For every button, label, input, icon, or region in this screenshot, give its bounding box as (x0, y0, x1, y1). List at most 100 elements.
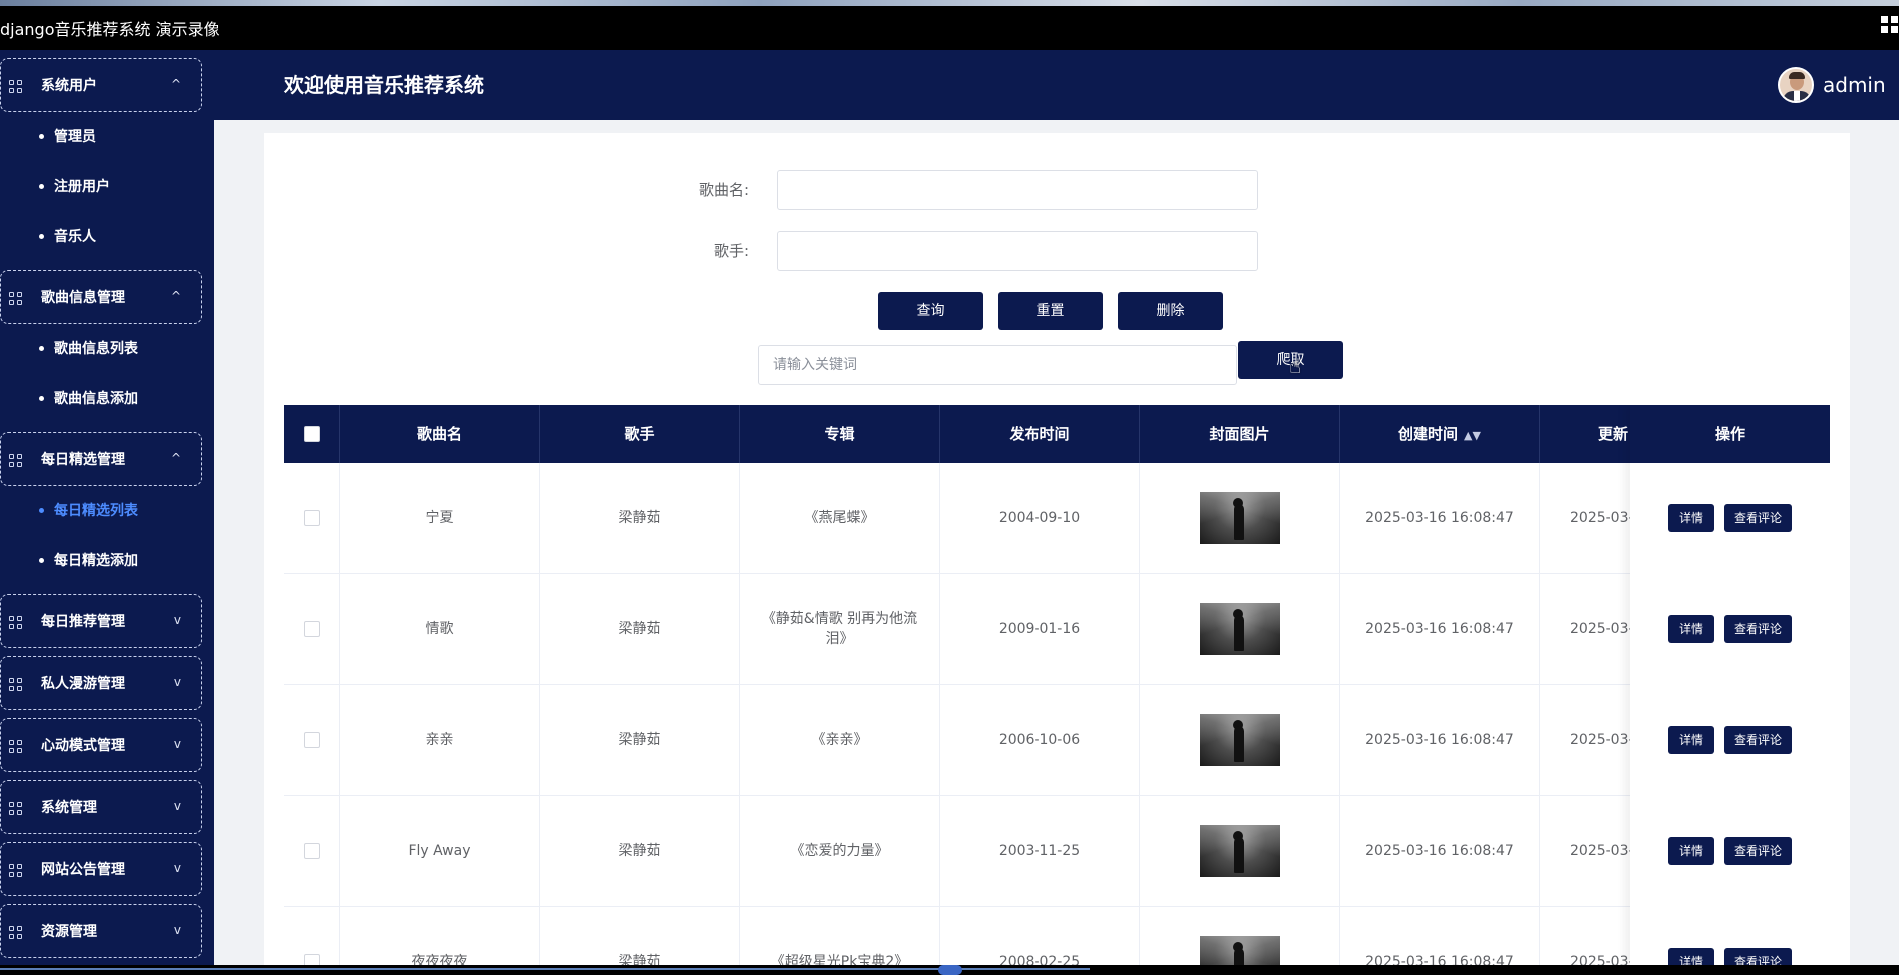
row-checkbox[interactable] (303, 621, 320, 637)
detail-button[interactable]: 详情 (1668, 726, 1714, 754)
bullet-icon (39, 184, 44, 189)
cell-updated-time-text: 2025-03- (1570, 510, 1634, 526)
menu-group-resources[interactable]: 资源管理 v (0, 904, 202, 958)
table-row: 夜夜夜夜 梁静茹 《超级星光Pk宝典2》 2008-02-25 2025-03-16 1… (284, 907, 1830, 965)
cell-release-date-text: 2003-11-25 (998, 843, 1081, 859)
cell-release-date: 2006-10-06 (940, 685, 1140, 795)
menu-item-registered-users[interactable]: 注册用户 (0, 162, 214, 212)
cell-album: 《静茹&情歌 别再为他流泪》 (740, 574, 940, 684)
singer-row: 歌手: (264, 231, 1850, 271)
bullet-icon (39, 346, 44, 351)
col-cover-image: 封面图片 (1140, 405, 1340, 463)
cell-album-text: 《超级星光Pk宝典2》 (770, 954, 909, 965)
cell-select (284, 907, 340, 965)
cell-release-date-text: 2008-02-25 (998, 954, 1081, 965)
cover-thumbnail[interactable] (1199, 936, 1280, 965)
col-album: 专辑 (740, 405, 940, 463)
cover-thumbnail[interactable] (1199, 603, 1280, 655)
cell-created-time-text: 2025-03-16 16:08:47 (1365, 843, 1514, 859)
menu-item-song-add[interactable]: 歌曲信息添加 (0, 374, 214, 424)
menu-item-musicians[interactable]: 音乐人 (0, 212, 214, 262)
menu-item-daily-picks-add[interactable]: 每日精选添加 (0, 536, 214, 586)
menu-item-label: 音乐人 (54, 229, 96, 245)
view-comments-button[interactable]: 查看评论 (1724, 948, 1792, 965)
avatar[interactable] (1778, 67, 1814, 103)
cell-created-time: 2025-03-16 16:08:47 (1340, 574, 1540, 684)
cell-created-time: 2025-03-16 16:08:47 (1340, 463, 1540, 573)
chevron-down-icon: v (173, 799, 181, 813)
select-all-checkbox[interactable] (304, 426, 320, 442)
app-root: 系统用户 ^ 管理员 注册用户 音乐人 歌曲信息管理 ^ 歌曲信息列表 歌曲信息… (0, 50, 1899, 965)
cell-release-date: 2003-11-25 (940, 796, 1140, 906)
cell-song-name: 宁夏 (340, 463, 540, 573)
cover-thumbnail[interactable] (1199, 492, 1280, 544)
menu-item-admin[interactable]: 管理员 (0, 112, 214, 162)
operations-column: 操作 详情 查看评论 详情 查看评论 详情 查看评论 详情 查看评论 详情 查看评论 (1630, 405, 1830, 965)
detail-button[interactable]: 详情 (1668, 615, 1714, 643)
row-checkbox[interactable] (303, 510, 320, 526)
chevron-up-icon: ^ (170, 451, 181, 465)
menu-group-daily-recommend[interactable]: 每日推荐管理 v (0, 594, 202, 648)
progress-knob[interactable] (938, 965, 962, 975)
menu-item-label: 歌曲信息添加 (54, 391, 138, 407)
table-row: Fly Away 梁静茹 《恋爱的力量》 2003-11-25 2025-03-16 1… (284, 796, 1830, 907)
menu-item-daily-picks-list[interactable]: 每日精选列表 (0, 486, 214, 536)
video-progress-bar[interactable] (0, 965, 1899, 975)
view-comments-button[interactable]: 查看评论 (1724, 726, 1792, 754)
sort-icon[interactable]: ▲▼ (1464, 429, 1481, 442)
grid-icon (9, 926, 23, 940)
cover-thumbnail[interactable] (1199, 714, 1280, 766)
row-checkbox[interactable] (303, 954, 320, 965)
detail-button[interactable]: 详情 (1668, 948, 1714, 965)
grid-icon (9, 740, 23, 754)
menu-group-system-management[interactable]: 系统管理 v (0, 780, 202, 834)
cell-song-name-text: 夜夜夜夜 (411, 954, 468, 965)
cover-thumbnail[interactable] (1199, 825, 1280, 877)
reset-button[interactable]: 重置 (998, 292, 1103, 330)
col-operations: 操作 (1630, 405, 1830, 463)
keyword-input[interactable]: 请输入关键词 (758, 345, 1237, 385)
menu-group-private-roam[interactable]: 私人漫游管理 v (0, 656, 202, 710)
menu-item-label: 每日精选列表 (54, 503, 138, 519)
cell-created-time: 2025-03-16 16:08:47 (1340, 796, 1540, 906)
menu-item-song-list[interactable]: 歌曲信息列表 (0, 324, 214, 374)
menu-group-heartbeat-mode[interactable]: 心动模式管理 v (0, 718, 202, 772)
col-created-time[interactable]: 创建时间 ▲▼ (1340, 405, 1540, 463)
detail-button[interactable]: 详情 (1668, 837, 1714, 865)
menu-item-label: 注册用户 (54, 179, 110, 195)
cell-select (284, 685, 340, 795)
page-title: 欢迎使用音乐推荐系统 (284, 73, 484, 97)
query-button[interactable]: 查询 (878, 292, 983, 330)
row-checkbox[interactable] (303, 843, 320, 859)
view-comments-button[interactable]: 查看评论 (1724, 837, 1792, 865)
detail-button[interactable]: 详情 (1668, 504, 1714, 532)
view-comments-button[interactable]: 查看评论 (1724, 615, 1792, 643)
cell-singer: 梁静茹 (540, 907, 740, 965)
cell-song-name: 夜夜夜夜 (340, 907, 540, 965)
cell-singer: 梁静茹 (540, 463, 740, 573)
chevron-down-icon: v (173, 737, 181, 751)
cell-album-text: 《静茹&情歌 别再为他流泪》 (761, 611, 918, 647)
fullscreen-icon[interactable] (1881, 16, 1899, 34)
song-name-input[interactable] (777, 170, 1258, 210)
top-header: 欢迎使用音乐推荐系统 admin (214, 50, 1899, 120)
grid-icon (9, 678, 23, 692)
singer-input[interactable] (777, 231, 1258, 271)
menu-group-label: 心动模式管理 (41, 738, 125, 754)
row-checkbox[interactable] (303, 732, 320, 748)
bullet-icon (39, 396, 44, 401)
menu-group-song-info[interactable]: 歌曲信息管理 ^ (0, 270, 202, 324)
view-comments-button[interactable]: 查看评论 (1724, 504, 1792, 532)
chevron-down-icon: v (173, 675, 181, 689)
cell-select (284, 574, 340, 684)
menu-group-daily-picks[interactable]: 每日精选管理 ^ (0, 432, 202, 486)
col-release-date: 发布时间 (940, 405, 1140, 463)
menu-item-label: 歌曲信息列表 (54, 341, 138, 357)
chevron-down-icon: v (173, 861, 181, 875)
delete-button[interactable]: 删除 (1118, 292, 1223, 330)
bullet-icon (39, 234, 44, 239)
username[interactable]: admin (1823, 50, 1886, 120)
menu-group-system-users[interactable]: 系统用户 ^ (0, 58, 202, 112)
cell-album-text: 《燕尾蝶》 (804, 510, 875, 526)
menu-group-site-announcements[interactable]: 网站公告管理 v (0, 842, 202, 896)
